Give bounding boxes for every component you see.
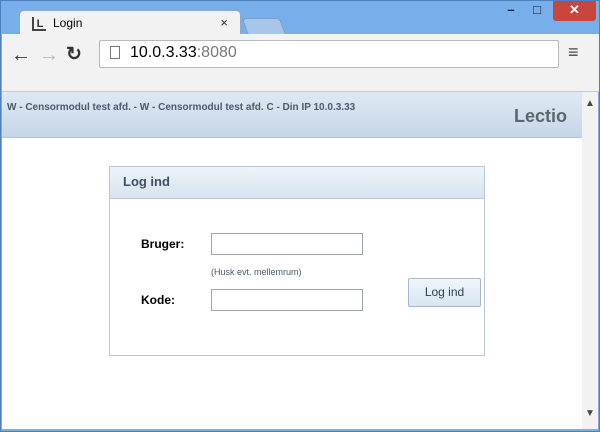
lectio-favicon-icon: L	[32, 17, 46, 31]
tab-title: Login	[53, 16, 83, 30]
user-input[interactable]	[211, 233, 363, 255]
login-title: Log ind	[123, 174, 170, 189]
header-text: W - Censormodul test afd. - W - Censormo…	[7, 102, 356, 113]
hint-text: (Husk evt. mellemrum)	[211, 267, 302, 277]
reload-icon[interactable]: ↻	[66, 42, 82, 68]
tab-login[interactable]: L Login ×	[19, 10, 241, 36]
minimize-button[interactable]: –	[498, 1, 524, 21]
login-panel: Log ind Bruger: (Husk evt. mellemrum) Ko…	[109, 166, 485, 356]
maximize-icon: □	[533, 2, 541, 17]
password-label: Kode:	[141, 293, 175, 307]
page-icon	[110, 46, 120, 59]
menu-icon[interactable]: ≡	[568, 42, 579, 63]
close-window-button[interactable]: ✕	[553, 1, 596, 21]
url-text[interactable]: 10.0.3.33:8080	[130, 44, 237, 62]
back-arrow-icon[interactable]: ←	[11, 42, 31, 68]
login-button[interactable]: Log ind	[408, 278, 481, 307]
tab-close-icon[interactable]: ×	[220, 15, 228, 30]
password-input[interactable]	[211, 289, 363, 311]
browser-window: L Login × – □ ✕ ← → ↻ 10.0.3.33:8080 ≡ W…	[0, 0, 600, 432]
title-bar: L Login × – □ ✕	[1, 1, 599, 36]
address-bar[interactable]: 10.0.3.33:8080	[99, 40, 559, 68]
lectio-logo: Lectio	[514, 106, 568, 126]
forward-arrow-icon[interactable]: →	[39, 42, 59, 68]
minimize-icon: –	[507, 2, 515, 17]
url-host: 10.0.3.33	[130, 44, 197, 61]
page-content: W - Censormodul test afd. - W - Censormo…	[2, 92, 582, 429]
user-label: Bruger:	[141, 237, 185, 251]
scroll-down-icon[interactable]: ▼	[585, 408, 595, 419]
url-port: :8080	[196, 44, 237, 61]
scroll-up-icon[interactable]: ▲	[585, 98, 595, 109]
vertical-scrollbar[interactable]: ▲ ▼	[582, 92, 598, 429]
login-panel-header: Log ind	[110, 167, 484, 199]
browser-toolbar: ← → ↻ 10.0.3.33:8080 ≡	[2, 34, 599, 92]
page-header: W - Censormodul test afd. - W - Censormo…	[2, 92, 582, 138]
maximize-button[interactable]: □	[524, 1, 550, 21]
close-icon: ✕	[569, 2, 580, 17]
